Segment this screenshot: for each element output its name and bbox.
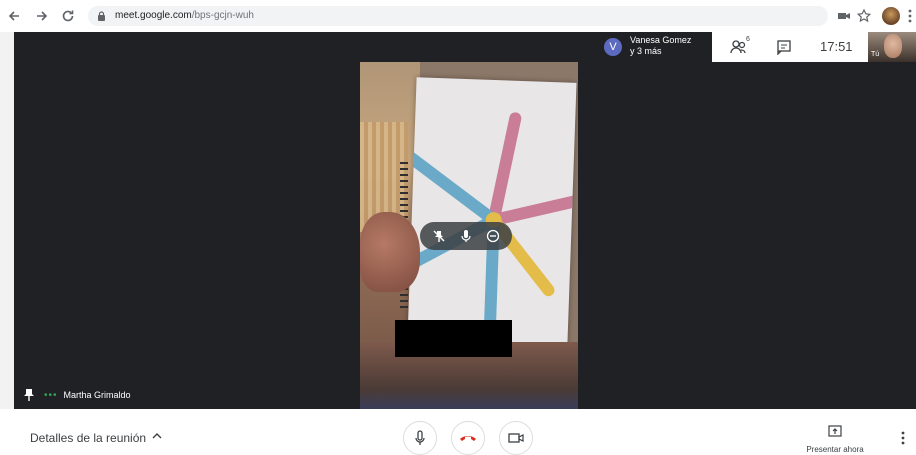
present-now-button[interactable]: Presentar ahora — [800, 424, 870, 454]
speaker-name: Martha Grimaldo — [63, 390, 131, 400]
more-options-icon[interactable] — [898, 431, 908, 445]
chevron-up-icon[interactable] — [152, 431, 162, 441]
meeting-clock: 17:51 — [820, 39, 853, 54]
video-hand — [360, 212, 420, 292]
back-arrow-icon[interactable] — [6, 8, 22, 24]
self-preview[interactable]: Tú — [868, 32, 916, 62]
people-count: 6 — [746, 36, 750, 43]
remove-icon[interactable] — [485, 228, 501, 244]
speaking-indicator-icon: ••• — [44, 389, 58, 401]
menu-kebab-icon[interactable] — [902, 8, 916, 24]
redaction-box — [395, 320, 512, 357]
present-screen-icon — [828, 425, 842, 437]
unpin-icon[interactable] — [431, 228, 447, 244]
present-now-label: Presentar ahora — [806, 445, 864, 454]
main-video-feed[interactable] — [360, 62, 578, 409]
lock-icon — [98, 11, 105, 21]
speaker-name-tag: ••• Martha Grimaldo — [24, 389, 131, 401]
participants-name: Vanesa Gomez — [630, 35, 692, 45]
participants-summary[interactable]: V Vanesa Gomez y 3 más — [598, 32, 712, 62]
hangup-button[interactable] — [451, 421, 485, 455]
address-bar[interactable]: meet.google.com/bps-gcjn-wuh — [88, 6, 828, 26]
reload-icon[interactable] — [60, 8, 76, 24]
browser-toolbar: meet.google.com/bps-gcjn-wuh — [0, 0, 916, 33]
pin-icon[interactable] — [24, 389, 34, 401]
url-text: meet.google.com/bps-gcjn-wuh — [115, 10, 254, 21]
self-face — [884, 34, 902, 58]
self-label: Tú — [871, 51, 880, 58]
video-paper — [404, 77, 578, 345]
pinwheel-drawing — [404, 112, 578, 340]
hangup-icon — [460, 436, 476, 441]
star-icon[interactable] — [856, 8, 872, 24]
tile-overlay-controls — [420, 222, 512, 250]
video-camera-icon — [508, 433, 524, 443]
meeting-details-button[interactable]: Detalles de la reunión — [30, 431, 146, 445]
participant-avatar-badge: V — [604, 38, 622, 56]
microphone-icon[interactable] — [458, 228, 474, 244]
participants-label: Vanesa Gomez y 3 más — [630, 35, 691, 57]
left-edge — [0, 32, 14, 409]
bottom-controls: Detalles de la reunión Presentar ahora — [0, 409, 916, 455]
meeting-topbar: 6 17:51 — [712, 32, 868, 62]
meeting-stage: ••• Martha Grimaldo — [14, 32, 916, 409]
chat-button[interactable] — [776, 39, 794, 56]
url-path: /bps-gcjn-wuh — [191, 10, 254, 21]
forward-arrow-icon[interactable] — [34, 8, 50, 24]
mic-button[interactable] — [403, 421, 437, 455]
camera-icon[interactable] — [836, 8, 852, 24]
url-host: meet.google.com — [115, 10, 192, 21]
participants-more: y 3 más — [630, 46, 662, 56]
profile-avatar-icon[interactable] — [882, 7, 900, 25]
camera-button[interactable] — [499, 421, 533, 455]
people-button[interactable]: 6 — [730, 36, 750, 55]
microphone-icon — [415, 430, 425, 445]
